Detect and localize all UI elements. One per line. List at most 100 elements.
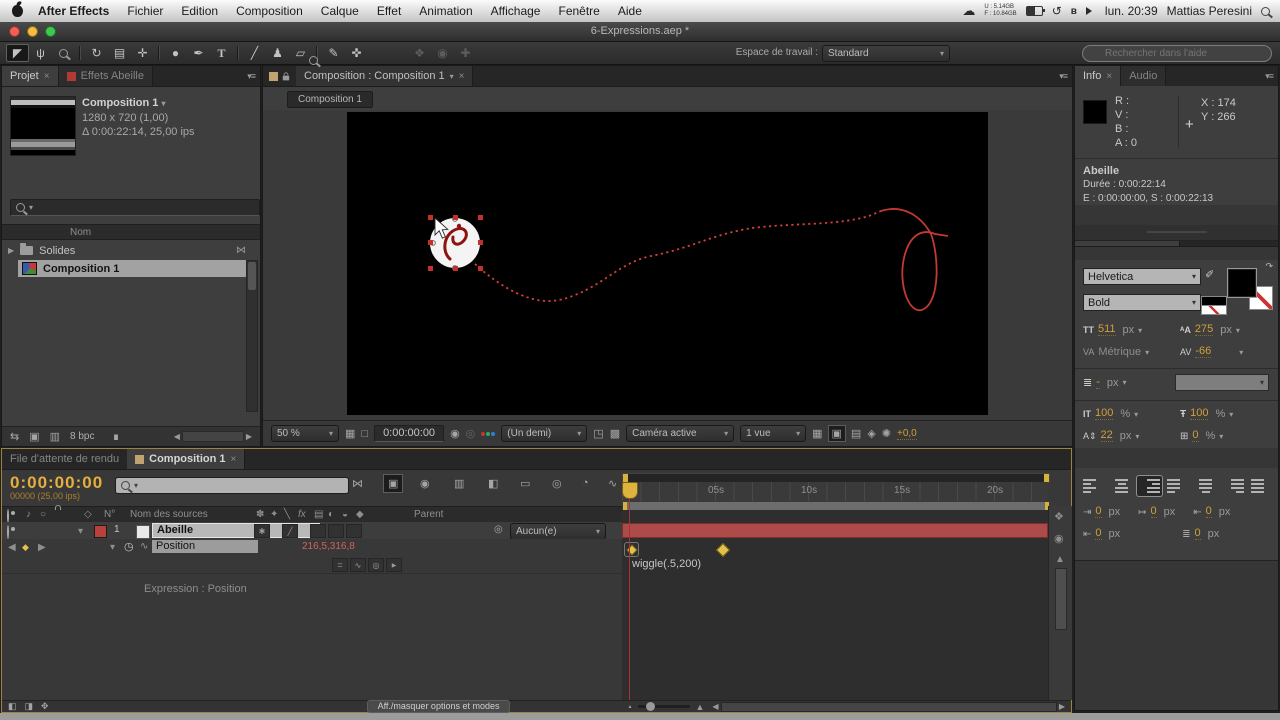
leading-value[interactable]: 275: [1195, 324, 1213, 336]
pen-tool[interactable]: ✒: [187, 44, 210, 62]
tracking-value[interactable]: -66: [1195, 346, 1211, 358]
tab-audio[interactable]: Audio: [1121, 66, 1166, 86]
timeline-vertical-scrollbar[interactable]: [1055, 568, 1067, 630]
close-window-button[interactable]: [9, 26, 20, 37]
resolution-dropdown[interactable]: (Un demi)▾: [501, 425, 587, 442]
window-titlebar[interactable]: 6-Expressions.aep *: [0, 22, 1280, 42]
switch-col-1[interactable]: ✽: [256, 509, 264, 520]
eyedropper-icon[interactable]: ✐: [1205, 268, 1214, 281]
position-value[interactable]: 216,5,316,8: [302, 541, 355, 552]
new-folder-icon[interactable]: ▣: [29, 430, 39, 443]
indent-left-value[interactable]: 0: [1095, 506, 1101, 518]
chevron-down-icon[interactable]: ▾: [450, 72, 454, 81]
graph-editor-icon[interactable]: ∿: [608, 477, 617, 490]
fast-previews-icon[interactable]: ✺: [882, 427, 891, 440]
pan-behind-tool[interactable]: ✛: [131, 44, 154, 62]
collapse-switch[interactable]: ✱: [254, 524, 270, 538]
tsume-value[interactable]: 0: [1192, 430, 1198, 442]
stopwatch-mode-icon[interactable]: ◔: [582, 477, 589, 489]
comp-view-canvas[interactable]: [347, 112, 988, 415]
cloud-status-icon[interactable]: ☁: [962, 3, 975, 19]
brainstorm-icon[interactable]: ▭: [520, 477, 530, 490]
zoom-slider-handle[interactable]: [646, 702, 655, 711]
keyframe-at-time-icon[interactable]: ◆: [22, 542, 29, 553]
menu-aide[interactable]: Aide: [609, 0, 651, 22]
expression-pickwhip-icon[interactable]: ◎: [368, 558, 384, 572]
comp-mini-flowchart-icon[interactable]: ⋈: [352, 477, 363, 490]
stopwatch-icon[interactable]: ◷: [124, 540, 134, 553]
prev-keyframe-icon[interactable]: ◀: [8, 542, 16, 553]
property-expand-icon[interactable]: ▾: [110, 542, 115, 553]
project-row-composition-1[interactable]: Composition 1: [18, 260, 252, 277]
chevron-down-icon[interactable]: ▾: [1236, 326, 1240, 335]
expression-graph-icon[interactable]: ∿: [140, 541, 148, 552]
chevron-down-icon[interactable]: ▾: [1219, 432, 1223, 441]
switch-col-3[interactable]: ╲: [284, 509, 290, 520]
project-search-field[interactable]: ▾: [10, 199, 260, 216]
stroke-style-dropdown[interactable]: ▾: [1175, 374, 1269, 391]
first-line-indent-value[interactable]: 0: [1151, 506, 1157, 518]
time-ruler[interactable]: 0s 05s 10s 15s 20s: [622, 482, 1048, 502]
interpret-footage-icon[interactable]: ⇆: [10, 430, 19, 443]
layer-expand-icon[interactable]: ▾: [78, 526, 83, 537]
timeline-track-area[interactable]: wiggle(.5,200): [622, 510, 1048, 700]
menu-edition[interactable]: Edition: [172, 0, 227, 22]
zoom-window-button[interactable]: [45, 26, 56, 37]
menu-composition[interactable]: Composition: [227, 0, 312, 22]
chevron-down-icon[interactable]: ▾: [1134, 410, 1138, 419]
transparency-grid-icon[interactable]: ▩: [610, 427, 620, 440]
chevron-down-icon[interactable]: ▾: [1138, 326, 1142, 335]
layer-label-swatch[interactable]: [94, 525, 107, 538]
tab-render-queue[interactable]: File d'attente de rendu: [2, 449, 127, 469]
keyframe-2[interactable]: [716, 543, 730, 557]
memory-status[interactable]: U : 5.14GBF : 10.84GB: [984, 4, 1016, 18]
trash-icon[interactable]: ∎: [113, 430, 120, 443]
expand-in-point-icon[interactable]: ◧: [8, 701, 17, 712]
chevron-down-icon[interactable]: ▾: [1239, 348, 1243, 357]
tab-timeline-composition-1[interactable]: Composition 1 ×: [127, 449, 245, 469]
column-number[interactable]: N°: [104, 509, 115, 520]
toggle-modes-button[interactable]: Aff./masquer options et modes: [367, 700, 511, 713]
close-icon[interactable]: ×: [1106, 71, 1112, 82]
project-vertical-scrollbar[interactable]: [246, 260, 258, 412]
spotlight-icon[interactable]: [1261, 7, 1270, 16]
close-icon[interactable]: ×: [231, 454, 237, 465]
chevron-down-icon[interactable]: ▾: [1145, 348, 1149, 357]
menu-fichier[interactable]: Fichier: [118, 0, 172, 22]
font-style-dropdown[interactable]: Bold▾: [1083, 294, 1201, 311]
expression-post-graph-icon[interactable]: ∿: [350, 558, 366, 572]
stroke-width-value[interactable]: -: [1096, 377, 1100, 389]
current-timecode[interactable]: 0:00:00:00: [10, 473, 103, 493]
expand-icon[interactable]: ▶: [8, 246, 14, 255]
align-center-button[interactable]: [1109, 476, 1134, 496]
close-icon[interactable]: ×: [459, 71, 465, 82]
video-column-icon[interactable]: [7, 509, 9, 523]
column-header-nom[interactable]: Nom: [2, 224, 260, 240]
switch-col-fx[interactable]: fx: [298, 509, 306, 520]
help-search-input[interactable]: [1082, 45, 1272, 62]
expression-language-icon[interactable]: ▶: [386, 558, 402, 572]
rotation-tool[interactable]: ↻: [85, 44, 108, 62]
battery-icon[interactable]: [1026, 6, 1043, 16]
timeline-button-icon[interactable]: ▤: [851, 427, 861, 440]
menu-effet[interactable]: Effet: [368, 0, 410, 22]
baseline-shift-value[interactable]: 22: [1101, 430, 1113, 442]
close-icon[interactable]: ×: [44, 71, 50, 82]
switch-col-6[interactable]: ◒: [342, 509, 348, 520]
tab-effets-abeille[interactable]: Effets Abeille: [59, 66, 153, 86]
column-parent[interactable]: Parent: [414, 509, 443, 520]
scroll-up-icon[interactable]: ▲: [1055, 554, 1065, 565]
brush-tool[interactable]: ╱: [243, 44, 266, 62]
chevron-down-icon[interactable]: ▾: [1135, 432, 1139, 441]
draft-3d-icon[interactable]: ▣: [384, 475, 402, 492]
workspace-dropdown[interactable]: Standard▾: [822, 45, 950, 62]
flowchart-button-icon[interactable]: ◈: [867, 427, 875, 440]
motion-blur-icon[interactable]: ◧: [488, 477, 498, 490]
comp-button-icon[interactable]: ◉: [1054, 532, 1064, 545]
project-horizontal-scrollbar[interactable]: ◀▶: [174, 431, 252, 442]
grid-mode-icon[interactable]: ✚: [454, 44, 477, 62]
justify-last-center-button[interactable]: [1193, 476, 1218, 496]
switch-col-4[interactable]: ▤: [314, 509, 323, 520]
comp-viewer[interactable]: [263, 110, 1072, 420]
3d-switch[interactable]: [346, 524, 362, 538]
